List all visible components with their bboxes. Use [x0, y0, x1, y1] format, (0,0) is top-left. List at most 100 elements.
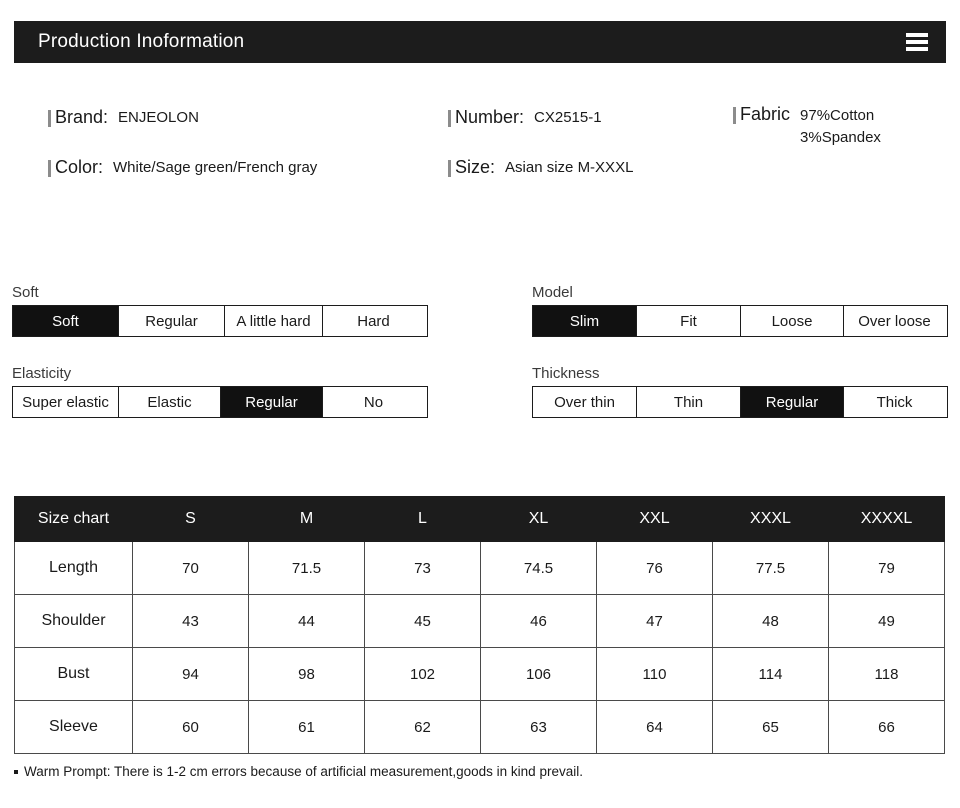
info-field-fabric: Fabric 97%Cotton 3%Spandex: [733, 104, 881, 149]
brand-label: Brand:: [55, 107, 109, 127]
brand-value: ENJEOLON: [118, 109, 199, 126]
scale-option-model-1[interactable]: Fit: [637, 306, 741, 336]
fabric-value-line1: 97%Cotton: [800, 107, 875, 124]
scale-group-model: Model Slim Fit Loose Over loose: [532, 285, 948, 337]
scale-option-soft-3[interactable]: Hard: [323, 306, 424, 336]
scale-row-model: Slim Fit Loose Over loose: [532, 305, 948, 337]
cell-shoulder-xxl: 47: [596, 594, 713, 648]
scale-option-elasticity-1[interactable]: Elastic: [119, 387, 221, 417]
scale-caption-model: Model: [532, 284, 573, 301]
info-field-color: Color: White/Sage green/French gray: [48, 157, 317, 179]
page-header: Production Inoformation: [14, 21, 946, 63]
fabric-label: Fabric: [740, 104, 791, 124]
number-label: Number:: [455, 107, 525, 127]
cell-length-l: 73: [364, 541, 481, 595]
cell-bust-xxxl: 114: [712, 647, 829, 701]
cell-sleeve-s: 60: [132, 700, 249, 754]
scale-option-model-2[interactable]: Loose: [741, 306, 844, 336]
size-chart-header-0: Size chart: [14, 496, 133, 542]
bullet-icon: [14, 769, 18, 774]
size-chart-header-row: Size chart S M L XL XXL XXXL XXXXL: [14, 496, 945, 542]
size-chart-head: Size chart S M L XL XXL XXXL XXXXL: [14, 496, 945, 542]
info-field-size: Size: Asian size M-XXXL: [448, 157, 633, 179]
warm-prompt-note: Warm Prompt: There is 1-2 cm errors beca…: [14, 764, 583, 779]
scale-option-soft-1[interactable]: Regular: [119, 306, 225, 336]
size-value: Asian size M-XXXL: [505, 159, 634, 176]
table-row: Bust 94 98 102 106 110 114 118: [14, 647, 945, 701]
color-value: White/Sage green/French gray: [113, 159, 318, 176]
row-label-shoulder: Shoulder: [14, 594, 133, 648]
label-tick-icon: [448, 160, 451, 177]
cell-length-xxxl: 77.5: [712, 541, 829, 595]
scale-option-thickness-3[interactable]: Thick: [844, 387, 945, 417]
scale-option-elasticity-2[interactable]: Regular: [221, 387, 323, 417]
scale-caption-soft: Soft: [12, 284, 39, 301]
size-chart-header-1: S: [132, 496, 249, 542]
scale-option-soft-2[interactable]: A little hard: [225, 306, 323, 336]
product-info-section: Brand: ENJEOLON Color: White/Sage green/…: [0, 100, 960, 250]
cell-bust-m: 98: [248, 647, 365, 701]
fabric-value-line2: 3%Spandex: [800, 128, 881, 146]
scale-option-elasticity-3[interactable]: No: [323, 387, 424, 417]
row-label-sleeve: Sleeve: [14, 700, 133, 754]
cell-length-m: 71.5: [248, 541, 365, 595]
cell-bust-s: 94: [132, 647, 249, 701]
cell-length-xl: 74.5: [480, 541, 597, 595]
row-label-length: Length: [14, 541, 133, 595]
cell-shoulder-xl: 46: [480, 594, 597, 648]
scale-caption-elasticity: Elasticity: [12, 365, 72, 382]
scale-row-soft: Soft Regular A little hard Hard: [12, 305, 428, 337]
cell-shoulder-l: 45: [364, 594, 481, 648]
scale-option-thickness-2[interactable]: Regular: [741, 387, 844, 417]
hamburger-menu-icon[interactable]: [906, 33, 928, 51]
number-value: CX2515-1: [534, 109, 602, 126]
cell-length-xxl: 76: [596, 541, 713, 595]
scale-caption-thickness: Thickness: [532, 365, 600, 382]
scale-group-thickness: Thickness Over thin Thin Regular Thick: [532, 366, 948, 418]
label-tick-icon: [733, 107, 736, 124]
size-chart-header-3: L: [364, 496, 481, 542]
cell-bust-xxxxl: 118: [828, 647, 945, 701]
size-label: Size:: [455, 157, 496, 177]
scale-option-soft-0[interactable]: Soft: [13, 306, 119, 336]
scale-option-model-0[interactable]: Slim: [533, 306, 637, 336]
table-row: Shoulder 43 44 45 46 47 48 49: [14, 594, 945, 648]
cell-shoulder-xxxxl: 49: [828, 594, 945, 648]
table-row: Sleeve 60 61 62 63 64 65 66: [14, 700, 945, 754]
hamburger-bar-1: [906, 33, 928, 37]
cell-sleeve-xxxxl: 66: [828, 700, 945, 754]
color-label: Color:: [55, 157, 104, 177]
size-chart-table: Size chart S M L XL XXL XXXL XXXXL Lengt…: [14, 496, 945, 754]
cell-length-s: 70: [132, 541, 249, 595]
size-chart-header-7: XXXXL: [828, 496, 945, 542]
cell-sleeve-xxl: 64: [596, 700, 713, 754]
size-chart-header-5: XXL: [596, 496, 713, 542]
size-chart-header-6: XXXL: [712, 496, 829, 542]
scale-group-soft: Soft Soft Regular A little hard Hard: [12, 285, 428, 337]
fabric-value: 97%Cotton 3%Spandex: [800, 105, 881, 149]
hamburger-bar-3: [906, 47, 928, 51]
cell-sleeve-xxxl: 65: [712, 700, 829, 754]
info-field-number: Number: CX2515-1: [448, 107, 602, 129]
hamburger-bar-2: [906, 40, 928, 44]
scale-row-elasticity: Super elastic Elastic Regular No: [12, 386, 428, 418]
row-label-bust: Bust: [14, 647, 133, 701]
cell-shoulder-s: 43: [132, 594, 249, 648]
label-tick-icon: [48, 110, 51, 127]
scale-option-thickness-1[interactable]: Thin: [637, 387, 741, 417]
cell-shoulder-xxxl: 48: [712, 594, 829, 648]
warm-prompt-text: Warm Prompt: There is 1-2 cm errors beca…: [24, 764, 583, 779]
scale-option-model-3[interactable]: Over loose: [844, 306, 945, 336]
cell-length-xxxxl: 79: [828, 541, 945, 595]
cell-shoulder-m: 44: [248, 594, 365, 648]
scale-option-elasticity-0[interactable]: Super elastic: [13, 387, 119, 417]
scale-group-elasticity: Elasticity Super elastic Elastic Regular…: [12, 366, 428, 418]
label-tick-icon: [448, 110, 451, 127]
cell-bust-xl: 106: [480, 647, 597, 701]
info-field-brand: Brand: ENJEOLON: [48, 107, 199, 129]
scale-option-thickness-0[interactable]: Over thin: [533, 387, 637, 417]
cell-bust-xxl: 110: [596, 647, 713, 701]
cell-sleeve-l: 62: [364, 700, 481, 754]
scale-row-thickness: Over thin Thin Regular Thick: [532, 386, 948, 418]
cell-sleeve-xl: 63: [480, 700, 597, 754]
